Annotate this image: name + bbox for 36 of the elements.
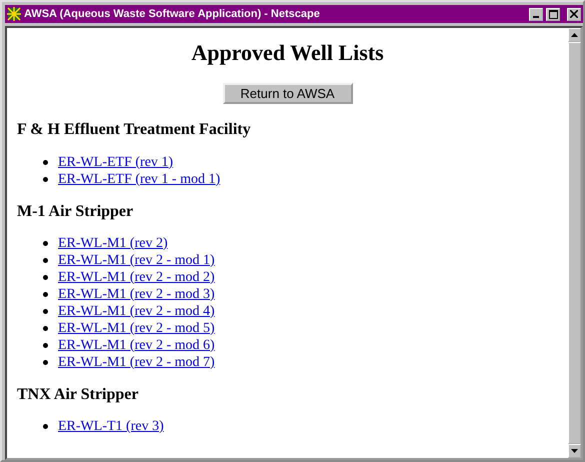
- scroll-up-icon[interactable]: [571, 33, 578, 37]
- bullet-icon: [43, 274, 48, 280]
- close-icon: [570, 10, 578, 18]
- bullet-icon: [43, 292, 48, 297]
- document-link[interactable]: ER-WL-M1 (rev 2 - mod 2): [58, 268, 215, 286]
- document-link[interactable]: ER-WL-M1 (rev 2 - mod 1): [58, 252, 215, 269]
- maximize-button[interactable]: [546, 8, 560, 20]
- bullet-icon: [43, 176, 48, 182]
- maximize-icon: [548, 10, 558, 18]
- close-button[interactable]: [567, 8, 581, 20]
- document-link[interactable]: ER-WL-T1 (rev 3): [58, 418, 164, 435]
- minimize-button[interactable]: [529, 8, 543, 20]
- page-heading: Approved Well Lists: [190, 40, 385, 66]
- app-icon: [7, 7, 21, 21]
- bullet-icon: [43, 326, 48, 331]
- bullet-icon: [43, 308, 48, 314]
- bullet-icon: [43, 240, 48, 246]
- bullet-icon: [43, 342, 48, 348]
- bullet-icon: [43, 424, 48, 429]
- document-link[interactable]: ER-WL-M1 (rev 2 - mod 5): [58, 320, 215, 337]
- bullet-icon: [43, 160, 48, 165]
- bullet-icon: [43, 360, 48, 365]
- scroll-down-icon[interactable]: [571, 449, 578, 453]
- document-link[interactable]: ER-WL-M1 (rev 2): [58, 234, 168, 252]
- document-link[interactable]: ER-WL-M1 (rev 2 - mod 7): [58, 354, 215, 371]
- window-title: AWSA (Aqueous Waste Software Application) - Netscape: [24, 8, 321, 20]
- document-link[interactable]: ER-WL-M1 (rev 2 - mod 4): [58, 302, 215, 320]
- document-link[interactable]: ER-WL-ETF (rev 1): [58, 154, 174, 171]
- return-button[interactable]: Return to AWSA: [222, 83, 352, 104]
- section-heading: TNX Air Stripper: [17, 384, 140, 404]
- bullet-icon: [43, 258, 48, 263]
- document-link[interactable]: ER-WL-M1 (rev 2 - mod 6): [58, 336, 215, 354]
- section-heading: F & H Effluent Treatment Facility: [17, 120, 252, 140]
- document-link[interactable]: ER-WL-M1 (rev 2 - mod 3): [58, 286, 215, 303]
- section-heading: M-1 Air Stripper: [17, 202, 134, 221]
- document-link[interactable]: ER-WL-ETF (rev 1 - mod 1): [58, 170, 220, 188]
